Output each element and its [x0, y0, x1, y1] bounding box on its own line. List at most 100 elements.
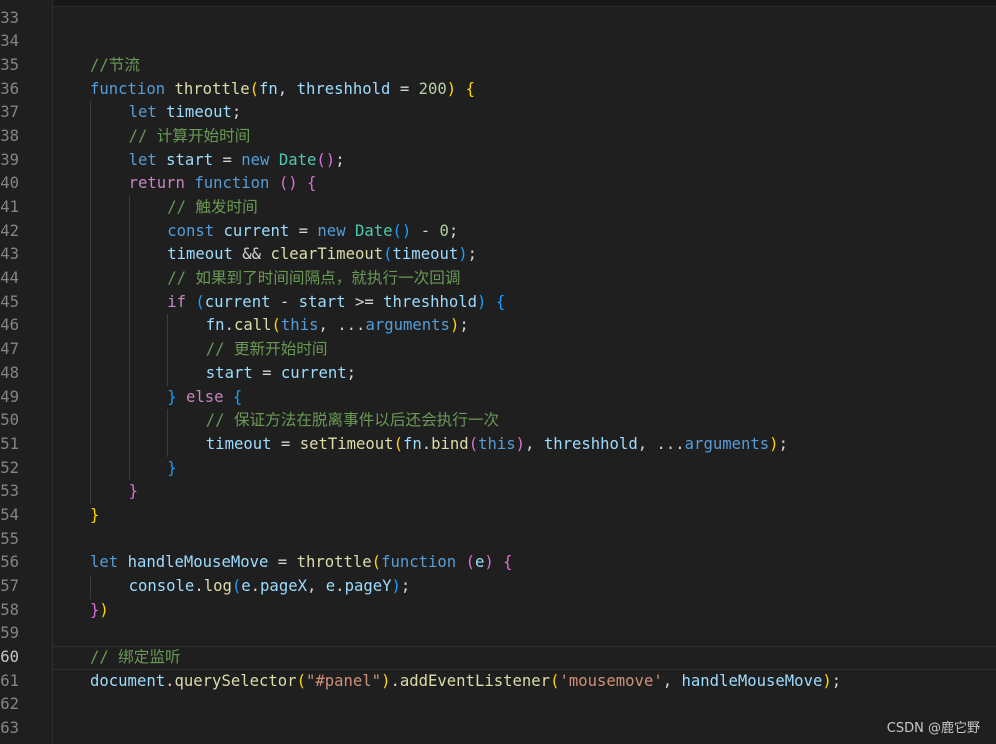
line-number: 34 [0, 32, 19, 51]
code-token: document [90, 671, 166, 690]
code-token: current [223, 221, 290, 240]
code-token: . [250, 577, 261, 595]
line-number: 38 [0, 126, 19, 145]
indent-guide [90, 409, 91, 433]
line-number: 50 [0, 411, 19, 430]
indent-guide [90, 148, 91, 173]
line-number: 46 [0, 316, 19, 335]
code-line[interactable]: 43 timeout && clearTimeout(timeout); [0, 243, 996, 268]
code-line[interactable]: 52} [0, 456, 996, 481]
watermark: CSDN @鹿它野 [886, 721, 980, 736]
code-line[interactable]: 63 [0, 717, 996, 741]
code-token: . [194, 577, 204, 595]
code-line[interactable]: 48 start = current; [0, 361, 996, 386]
indent-guide [90, 456, 91, 481]
line-number: 40 [0, 174, 19, 193]
line-code: let timeout; [129, 101, 242, 125]
code-line[interactable]: 37 let timeout; [0, 101, 996, 125]
code-token: { [232, 387, 243, 406]
code-line[interactable]: 47 // 更新开始时间 [0, 338, 996, 362]
code-line[interactable]: 60 // 绑定监听 [0, 646, 996, 670]
line-number: 42 [0, 221, 19, 240]
code-token: ( [249, 79, 259, 98]
code-line[interactable]: 50 // 保证方法在脱离事件以后还会执行一次 [0, 409, 996, 433]
code-token: fn [402, 434, 422, 453]
code-token: ) [99, 600, 109, 619]
line-code: // 如果到了时间间隔点，就执行一次回调 [167, 267, 460, 291]
code-line[interactable]: 45 if (current - start >= threshhold) { [0, 290, 996, 315]
indent-guide [128, 385, 130, 410]
code-token: e [325, 577, 336, 595]
code-token: // 保证方法在脱离事件以后还会执行一次 [205, 411, 500, 430]
code-line[interactable]: 54} [0, 504, 996, 528]
code-token: timeout [205, 434, 272, 453]
line-number: 33 [0, 8, 19, 27]
code-line[interactable]: 61 document.querySelector("#panel").addEv… [0, 670, 996, 694]
code-token: >= [345, 292, 384, 311]
code-line[interactable]: 46 fn.call(this, ...arguments); [0, 314, 996, 339]
code-line[interactable]: 41 // 触发时间 [0, 196, 996, 220]
code-token: // 计算开始时间 [128, 126, 251, 145]
line-code: start = current; [206, 362, 356, 386]
line-number: 54 [0, 505, 19, 524]
code-line[interactable]: 35 //节流 [0, 54, 996, 78]
code-line[interactable]: 38 // 计算开始时间 [0, 124, 996, 149]
indent-guide [167, 432, 169, 457]
code-line[interactable]: 55 [0, 528, 996, 552]
code-token: current [204, 292, 271, 311]
code-token: start [205, 363, 253, 382]
code-line[interactable]: 42 const current = new Date() - 0; [0, 219, 996, 244]
line-code: //节流 [90, 54, 140, 78]
code-token: let [128, 150, 157, 169]
indent-guide [90, 361, 91, 386]
code-line[interactable]: 59 [0, 622, 996, 646]
code-line[interactable]: 36 function throttle(fn, threshhold = 200… [0, 78, 996, 102]
code-line[interactable]: 62 [0, 693, 996, 717]
code-line[interactable]: 49 } else { [0, 385, 996, 410]
code-line[interactable]: 58}) [0, 599, 996, 623]
code-line[interactable]: 57 console.log(e.pageX, e.pageY); [0, 575, 996, 599]
line-number: 56 [0, 553, 19, 572]
code-line[interactable]: 33 [0, 7, 996, 31]
line-number: 49 [0, 387, 19, 406]
code-editor[interactable]: 33 34 35//节流 36 function throttle(fn, thresh… [0, 0, 996, 744]
code-line[interactable]: 34 [0, 30, 996, 54]
code-token: . [390, 671, 400, 690]
code-line[interactable]: 53} [0, 480, 996, 504]
indent-guide [90, 432, 91, 457]
line-code: } else { [167, 386, 242, 410]
code-line[interactable]: 44 // 如果到了时间间隔点，就执行一次回调 [0, 267, 996, 291]
line-code: // 触发时间 [167, 196, 258, 220]
code-token: pageX [260, 577, 307, 595]
code-token: addEventListener [399, 671, 551, 690]
code-line[interactable]: 40 return function () { [0, 172, 996, 196]
code-token: threshhold [296, 79, 391, 98]
indent-guide [90, 267, 91, 291]
line-code: } [129, 480, 138, 504]
code-lines[interactable]: 33 34 35//节流 36 function throttle(fn, thresh… [0, 7, 996, 741]
indent-guide [128, 409, 130, 433]
code-token: if [167, 292, 186, 311]
line-number: 45 [0, 292, 19, 311]
code-token: throttle [174, 79, 250, 98]
code-line[interactable]: 56 let handleMouseMove = throttle(functio… [0, 551, 996, 575]
line-code: // 更新开始时间 [206, 338, 328, 362]
line-number: 52 [0, 458, 19, 477]
indent-guide [90, 314, 91, 339]
code-token: return [128, 174, 185, 193]
code-line[interactable]: 51 timeout = setTimeout(fn.bind(this), th… [0, 432, 996, 457]
code-token: fn [205, 316, 225, 335]
code-line[interactable]: 39 let start = new Date(); [0, 148, 996, 173]
code-token: () [392, 221, 412, 240]
code-token: fn [259, 79, 278, 98]
code-token: ( [296, 671, 306, 690]
code-token: - [411, 221, 440, 240]
code-token: = [213, 150, 242, 169]
indent-guide [90, 219, 91, 244]
code-token: ; [346, 363, 357, 382]
